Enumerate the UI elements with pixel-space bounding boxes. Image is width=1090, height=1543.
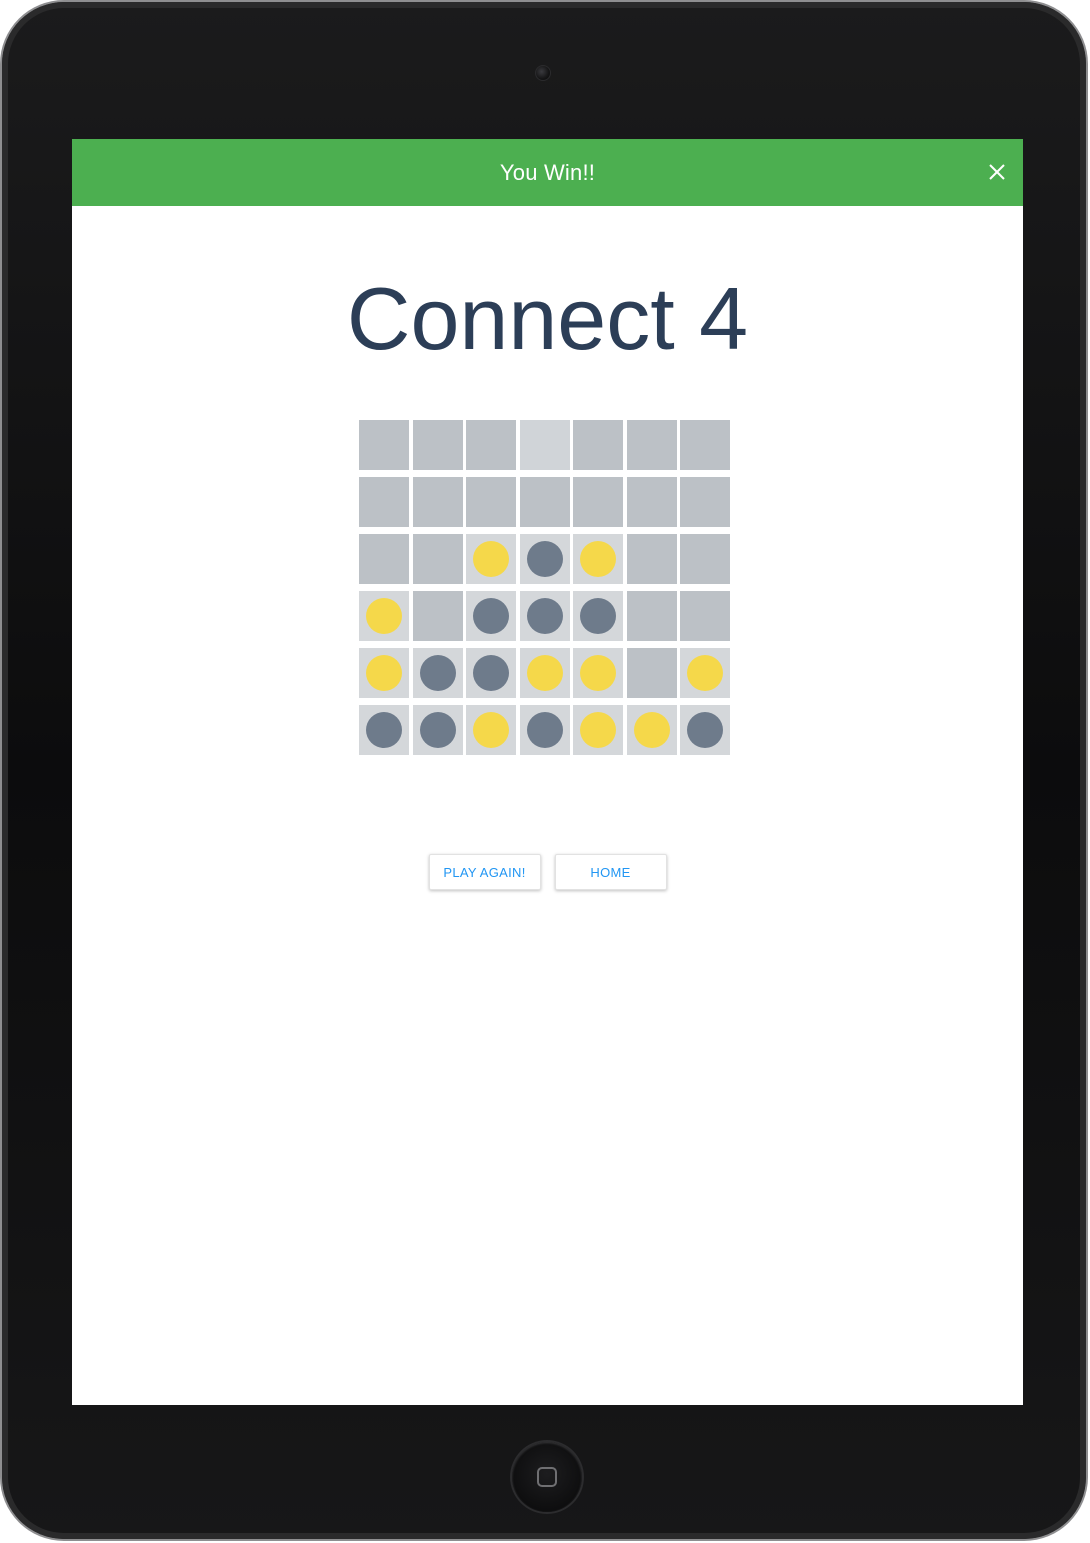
close-button[interactable] [981,156,1013,188]
board-cell[interactable] [520,420,570,470]
gray-disc [473,598,509,634]
board-cell[interactable] [520,648,570,698]
board-cell[interactable] [466,420,516,470]
gray-disc [473,655,509,691]
board-cell[interactable] [627,534,677,584]
board-cell[interactable] [359,648,409,698]
close-icon [989,164,1005,180]
yellow-disc [580,712,616,748]
gray-disc [527,598,563,634]
gray-disc [420,655,456,691]
board-cell[interactable] [680,420,730,470]
board-cell[interactable] [359,591,409,641]
tablet-frame: You Win!! Connect 4 PLAY AGAIN! HOME [2,2,1086,1539]
board-cell[interactable] [359,420,409,470]
gray-disc [527,712,563,748]
board-cell[interactable] [680,648,730,698]
board-cell[interactable] [466,648,516,698]
yellow-disc [366,598,402,634]
gray-disc [420,712,456,748]
yellow-disc [473,712,509,748]
gray-disc [366,712,402,748]
board-cell[interactable] [627,705,677,755]
yellow-disc [580,655,616,691]
board-cell[interactable] [359,705,409,755]
yellow-disc [634,712,670,748]
yellow-disc [527,655,563,691]
board-cell[interactable] [466,705,516,755]
board-cell[interactable] [413,420,463,470]
board-cell[interactable] [520,705,570,755]
yellow-disc [473,541,509,577]
yellow-disc [366,655,402,691]
game-board [359,420,731,757]
board-cell[interactable] [680,534,730,584]
board-cell[interactable] [359,477,409,527]
action-buttons: PLAY AGAIN! HOME [72,854,1023,890]
win-banner: You Win!! [72,139,1023,206]
board-cell[interactable] [680,591,730,641]
board-cell[interactable] [413,591,463,641]
board-cell[interactable] [413,648,463,698]
board-cell[interactable] [627,648,677,698]
board-cell[interactable] [466,591,516,641]
board-cell[interactable] [573,477,623,527]
board-cell[interactable] [413,534,463,584]
board-cell[interactable] [627,591,677,641]
play-again-button[interactable]: PLAY AGAIN! [428,854,541,890]
gray-disc [687,712,723,748]
board-cell[interactable] [466,477,516,527]
home-button-icon [537,1467,557,1487]
home-button[interactable]: HOME [554,854,667,890]
board-cell[interactable] [627,477,677,527]
board-cell[interactable] [520,534,570,584]
board-cell[interactable] [573,591,623,641]
board-cell[interactable] [359,534,409,584]
gray-disc [527,541,563,577]
board-cell[interactable] [573,648,623,698]
gray-disc [580,598,616,634]
board-cell[interactable] [627,420,677,470]
yellow-disc [687,655,723,691]
board-cell[interactable] [680,477,730,527]
board-cell[interactable] [413,705,463,755]
board-cell[interactable] [573,534,623,584]
board-cell[interactable] [520,477,570,527]
board-cell[interactable] [466,534,516,584]
hardware-home-button[interactable] [512,1442,582,1512]
camera-icon [535,65,551,81]
board-cell[interactable] [573,420,623,470]
screen: You Win!! Connect 4 PLAY AGAIN! HOME [72,139,1023,1405]
banner-text: You Win!! [499,159,596,185]
board-cell[interactable] [680,705,730,755]
page-title: Connect 4 [346,269,749,368]
yellow-disc [580,541,616,577]
board-cell[interactable] [413,477,463,527]
board-cell[interactable] [520,591,570,641]
board-cell[interactable] [573,705,623,755]
